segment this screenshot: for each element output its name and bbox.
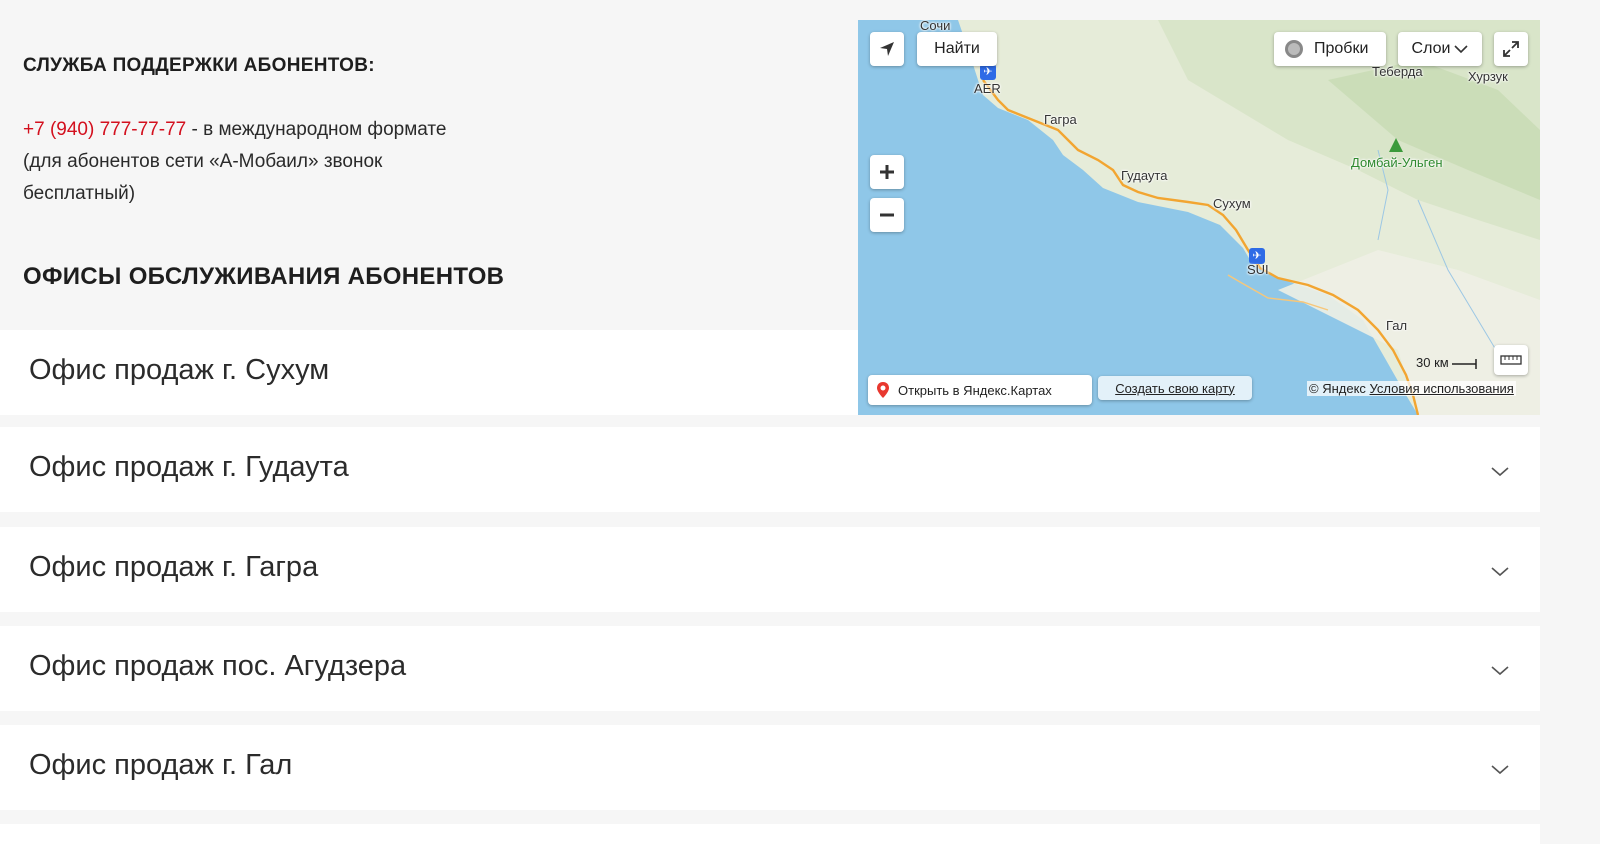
minus-icon <box>880 213 894 217</box>
open-yandex-maps-button[interactable]: Открыть в Яндекс.Картах <box>868 375 1092 405</box>
open-yandex-label: Открыть в Яндекс.Картах <box>898 382 1052 398</box>
support-note-line2: бесплатный) <box>23 183 136 204</box>
office-row-gal[interactable]: Офис продаж г. Гал <box>0 725 1540 810</box>
support-info: +7 (940) 777-77-77 - в международном фор… <box>23 114 523 210</box>
chevron-down-icon <box>1491 467 1509 477</box>
chevron-down-icon <box>1491 666 1509 676</box>
traffic-light-icon <box>1285 40 1303 58</box>
map-label-khurzuk: Хурзук <box>1468 69 1508 84</box>
map-label-sukhum: Сухум <box>1213 196 1251 211</box>
map-label-sui: SUI <box>1247 262 1269 277</box>
scale-bar-icon <box>1452 358 1478 369</box>
map-find-button[interactable]: Найти <box>917 32 997 66</box>
ruler-icon <box>1500 355 1522 365</box>
scale-label: 30 км <box>1416 355 1449 370</box>
zoom-out-button[interactable] <box>870 198 904 232</box>
office-row-agudzera[interactable]: Офис продаж пос. Агудзера <box>0 626 1540 711</box>
map-copyright: © Яндекс Условия использования <box>1307 381 1516 396</box>
office-label: Офис продаж г. Гагра <box>29 551 319 583</box>
ruler-button[interactable] <box>1494 345 1528 375</box>
geolocation-button[interactable] <box>870 32 904 66</box>
traffic-button[interactable]: Пробки <box>1274 32 1386 66</box>
expand-icon <box>1503 41 1519 57</box>
map-label-dombay: Домбай-Ульген <box>1351 155 1443 170</box>
office-label: Офис продаж г. Гудаута <box>29 451 349 483</box>
zoom-in-button[interactable] <box>870 155 904 189</box>
support-title: СЛУЖБА ПОДДЕРЖКИ АБОНЕНТОВ: <box>23 55 375 76</box>
office-row-gudauta[interactable]: Офис продаж г. Гудаута <box>0 427 1540 512</box>
traffic-label: Пробки <box>1314 40 1369 57</box>
map-label-gagra: Гагра <box>1044 112 1077 127</box>
layers-button[interactable]: Слои <box>1398 32 1482 66</box>
layers-label: Слои <box>1411 40 1451 57</box>
create-map-link[interactable]: Создать свою карту <box>1098 376 1252 400</box>
copyright-label: © Яндекс <box>1309 381 1366 396</box>
airport-icon: ✈ <box>980 64 996 80</box>
map-label-gal: Гал <box>1386 318 1408 333</box>
chevron-down-icon <box>1491 765 1509 775</box>
office-row-sukhum[interactable]: Офис продаж г. Сухум <box>0 330 858 415</box>
map-label-teberda: Теберда <box>1372 64 1423 79</box>
office-row-next[interactable] <box>0 824 1540 844</box>
office-label: Офис продаж г. Гал <box>29 749 293 781</box>
office-label: Офис продаж пос. Агудзера <box>29 650 407 682</box>
office-row-gagra[interactable]: Офис продаж г. Гагра <box>0 527 1540 612</box>
offices-title: ОФИСЫ ОБСЛУЖИВАНИЯ АБОНЕНТОВ <box>23 263 505 290</box>
support-note-line1: (для абонентов сети «А-Мобаил» звонок <box>23 151 383 172</box>
map-pin-icon <box>877 382 889 398</box>
map[interactable]: Сочи ✈ AER Гагра Гудаута Сухум ✈ SUI Гал… <box>858 20 1540 415</box>
office-label: Офис продаж г. Сухум <box>29 354 330 386</box>
chevron-down-icon <box>1454 45 1469 54</box>
support-phone-link[interactable]: +7 (940) 777-77-77 <box>23 119 186 140</box>
map-scale: 30 км <box>1416 355 1478 370</box>
terms-link[interactable]: Условия использования <box>1370 381 1514 396</box>
navigation-arrow-icon <box>880 42 894 56</box>
fullscreen-button[interactable] <box>1494 32 1528 66</box>
map-label-aer: AER <box>974 81 1001 96</box>
chevron-down-icon <box>1491 567 1509 577</box>
support-phone-suffix: - в международном формате <box>186 119 447 140</box>
map-label-gudauta: Гудаута <box>1121 168 1168 183</box>
plus-icon <box>880 165 894 179</box>
